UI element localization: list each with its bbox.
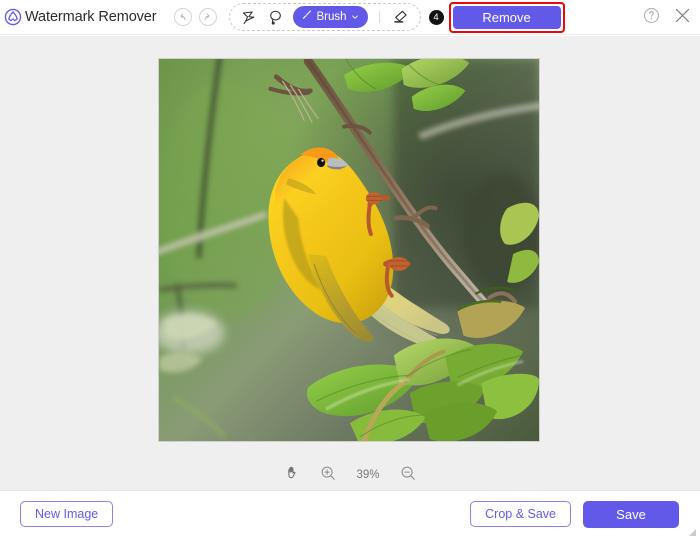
editor-canvas-area[interactable]: 39% [0, 36, 700, 490]
zoom-out-button[interactable] [400, 465, 416, 486]
window-controls [643, 0, 692, 35]
save-button[interactable]: Save [583, 500, 679, 528]
hand-pan-button[interactable] [284, 464, 301, 486]
remove-button[interactable]: Remove [452, 5, 561, 29]
droplet-wave-logo-icon [4, 8, 22, 26]
crop-and-save-button[interactable]: Crop & Save [470, 501, 571, 527]
chevron-down-icon [351, 8, 359, 26]
redo-arrow-icon [202, 12, 213, 23]
lasso-icon [267, 9, 284, 26]
lasso-tool-button[interactable] [263, 5, 289, 29]
close-button[interactable] [673, 6, 692, 30]
brush-tool-button[interactable]: Brush [292, 6, 368, 28]
new-image-button[interactable]: New Image [20, 501, 114, 527]
question-circle-icon [643, 7, 660, 29]
footer-bar: New Image Crop & Save Save [0, 490, 700, 537]
polygon-lasso-tool-button[interactable] [237, 5, 263, 29]
close-x-icon [673, 6, 692, 30]
bird-photo [159, 59, 539, 441]
zoom-in-icon [320, 466, 336, 485]
zoom-in-button[interactable] [320, 465, 336, 486]
undo-button[interactable] [173, 8, 192, 26]
app-title: Watermark Remover [25, 9, 157, 25]
redo-button[interactable] [198, 8, 217, 26]
help-button[interactable] [643, 7, 660, 29]
eraser-icon [391, 8, 409, 26]
zoom-toolbar: 39% [0, 460, 700, 490]
resize-grip-icon[interactable] [687, 524, 697, 536]
eraser-tool-button[interactable] [387, 5, 413, 29]
history-button-group [173, 8, 217, 26]
app-brand: Watermark Remover [0, 8, 157, 26]
top-toolbar: Watermark Remover Brush 4 Remove [0, 0, 700, 35]
undo-arrow-icon [177, 12, 188, 23]
hand-pan-icon [284, 466, 301, 485]
editing-tool-group: Brush [228, 3, 421, 31]
brush-tool-label: Brush [316, 11, 347, 23]
step-badge: 4 [428, 9, 444, 25]
footer-action-group: Crop & Save Save [470, 500, 679, 528]
zoom-out-icon [400, 466, 416, 485]
zoom-level-label: 39% [356, 469, 380, 481]
tool-divider [378, 11, 380, 23]
image-preview[interactable] [158, 58, 540, 442]
remove-button-highlight: Remove [448, 1, 565, 33]
polygon-lasso-icon [241, 9, 258, 26]
brush-icon [300, 8, 313, 26]
